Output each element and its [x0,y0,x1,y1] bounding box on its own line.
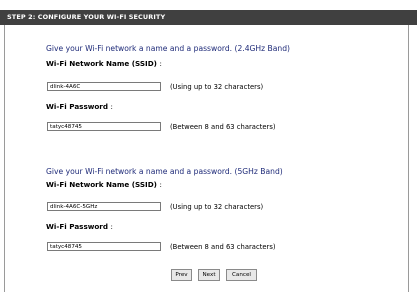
band-5-password-label: Wi-Fi Password : [46,222,113,231]
band-24-ssid-label: Wi-Fi Network Name (SSID) : [46,59,162,68]
band-24-password-label-colon: : [110,102,113,111]
band-5-ssid-label-colon: : [159,180,162,189]
band-24-password-label: Wi-Fi Password : [46,102,113,111]
band-5-ssid-label: Wi-Fi Network Name (SSID) : [46,180,162,189]
band-5-password-label-text: Wi-Fi Password [46,222,108,231]
wizard-page: STEP 2: CONFIGURE YOUR WI-FI SECURITY Gi… [0,0,417,292]
next-button[interactable]: Next [198,269,220,281]
band-5-password-hint: (Between 8 and 63 characters) [170,243,276,251]
band-5-title: Give your Wi-Fi network a name and a pas… [46,167,283,176]
band-24-ssid-input[interactable] [47,82,161,91]
band-5-password-label-colon: : [110,222,113,231]
band-24-password-input[interactable] [47,122,161,131]
band-24-ssid-hint: (Using up to 32 characters) [170,83,264,91]
prev-button[interactable]: Prev [171,269,192,281]
band-24-ssid-label-text: Wi-Fi Network Name (SSID) [46,59,157,68]
band-24-password-label-text: Wi-Fi Password [46,102,108,111]
band-5-password-input[interactable] [47,242,161,251]
cancel-button[interactable]: Cancel [226,269,257,281]
band-5-ssid-label-text: Wi-Fi Network Name (SSID) [46,180,157,189]
frame-left-border [4,25,5,292]
band-5-ssid-hint: (Using up to 32 characters) [170,203,264,211]
step-header: STEP 2: CONFIGURE YOUR WI-FI SECURITY [0,10,417,25]
band-24-title: Give your Wi-Fi network a name and a pas… [46,44,291,53]
band-5-ssid-input[interactable] [47,202,161,211]
band-24-password-hint: (Between 8 and 63 characters) [170,123,276,131]
band-24-ssid-label-colon: : [159,59,162,68]
frame-right-border [408,25,409,292]
